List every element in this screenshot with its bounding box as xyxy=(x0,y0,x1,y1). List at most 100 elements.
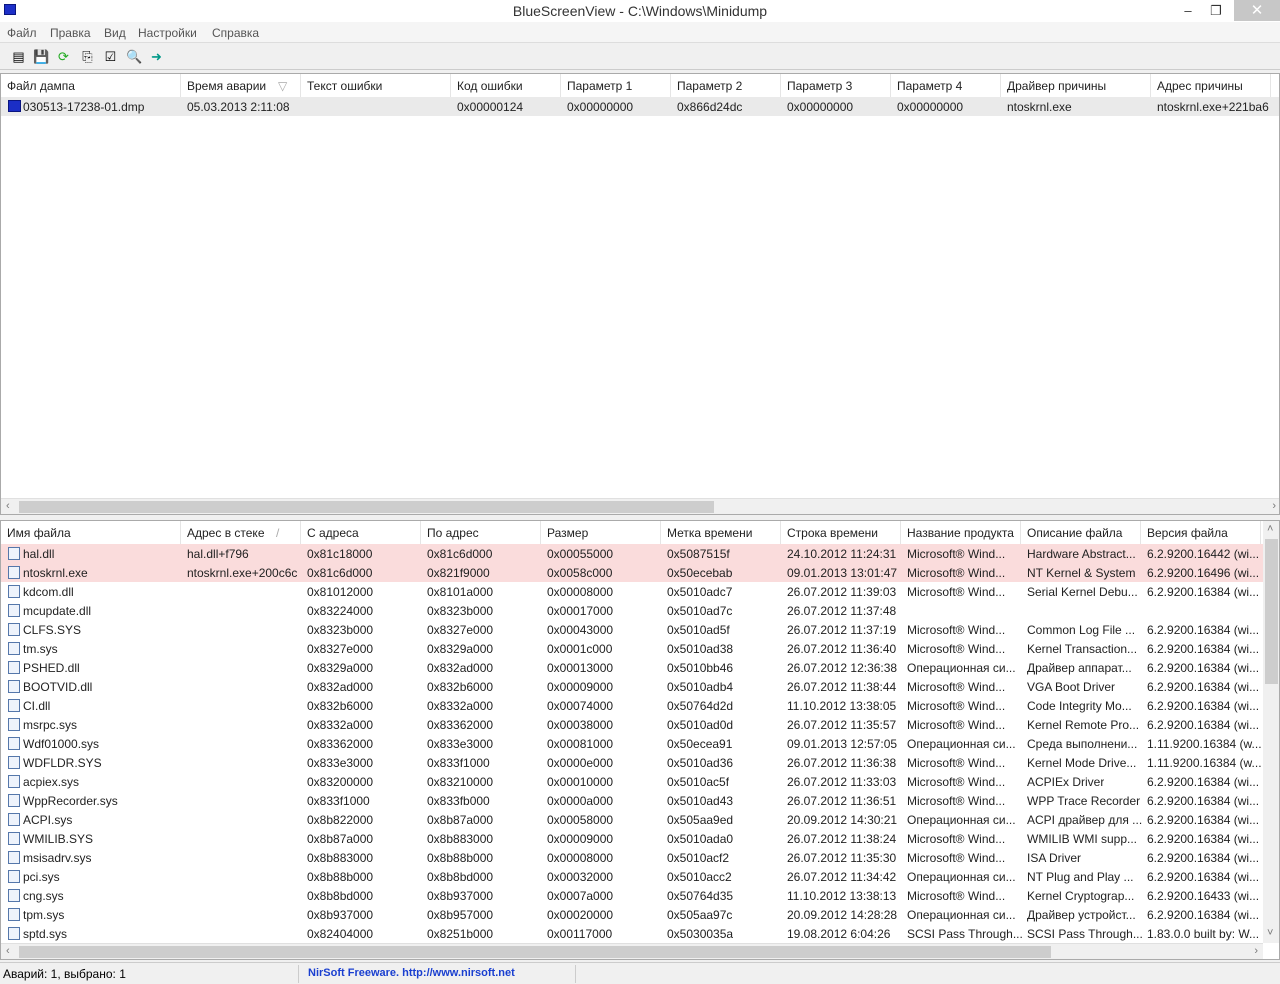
minimize-button[interactable]: ‒ xyxy=(1174,0,1202,21)
scroll-thumb[interactable] xyxy=(19,946,1051,958)
cell: pci.sys xyxy=(23,870,60,884)
driver-row[interactable]: msrpc.sys 0x8332a000 0x83362000 0x00038000 0… xyxy=(1,715,1263,734)
driver-row[interactable]: ACPI.sys 0x8b822000 0x8b87a000 0x00058000 0x… xyxy=(1,810,1263,829)
dump-row[interactable]: 030513-17238-01.dmp 05.03.2013 2:11:08 0… xyxy=(1,97,1279,116)
driver-row[interactable]: WppRecorder.sys 0x833f1000 0x833fb000 0x000… xyxy=(1,791,1263,810)
window-title: BlueScreenView - C:\Windows\Minidump xyxy=(512,3,768,19)
driver-row[interactable]: BOOTVID.dll 0x832ad000 0x832b6000 0x0000900… xyxy=(1,677,1263,696)
driver-row[interactable]: Wdf01000.sys 0x83362000 0x833e3000 0x000810… xyxy=(1,734,1263,753)
scroll-thumb[interactable] xyxy=(19,501,714,513)
options-icon[interactable]: ☑ xyxy=(102,48,119,65)
file-icon xyxy=(8,699,20,712)
driver-horizontal-scrollbar[interactable]: ‹ › xyxy=(1,943,1263,959)
exit-icon[interactable]: ➜ xyxy=(148,48,165,65)
driver-row[interactable]: WMILIB.SYS 0x8b87a000 0x8b883000 0x00009000… xyxy=(1,829,1263,848)
close-button[interactable]: ✕ xyxy=(1234,0,1280,21)
menu-help[interactable]: Справка xyxy=(212,26,259,40)
scroll-thumb[interactable] xyxy=(1265,539,1278,684)
cell: 24.10.2012 11:24:31 xyxy=(787,547,897,561)
driver-list-header: Имя файла Адрес в стеке С адреса По адрес Ра… xyxy=(1,521,1279,545)
file-icon xyxy=(8,889,20,902)
cell: 0x866d24dc xyxy=(677,100,743,114)
cell: 0x833f1000 xyxy=(427,756,490,770)
driver-row[interactable]: kdcom.dll 0x81012000 0x8101a000 0x00008000 0… xyxy=(1,582,1263,601)
cell: Microsoft® Wind... xyxy=(907,699,1006,713)
cell: msrpc.sys xyxy=(23,718,77,732)
cell: Microsoft® Wind... xyxy=(907,642,1006,656)
cell: Microsoft® Wind... xyxy=(907,585,1006,599)
cell: Kernel Mode Drive... xyxy=(1027,756,1137,770)
cell: 0x5010ac5f xyxy=(667,775,730,789)
cell: SCSI Pass Through... xyxy=(907,927,1023,941)
cell: WMILIB WMI supp... xyxy=(1027,832,1138,846)
menu-settings[interactable]: Настройки xyxy=(138,26,197,40)
driver-row[interactable]: sptd.sys 0x82404000 0x8251b000 0x00117000 0x… xyxy=(1,924,1263,943)
cell: 0x8b88b000 xyxy=(307,870,374,884)
cell: 0x5010ad5f xyxy=(667,623,730,637)
refresh-icon[interactable]: ⟳ xyxy=(55,48,72,65)
driver-row[interactable]: pci.sys 0x8b88b000 0x8b8bd000 0x00032000 0x5… xyxy=(1,867,1263,886)
maximize-button[interactable]: ❐ xyxy=(1202,0,1230,21)
nirsoft-link[interactable]: NirSoft Freeware. http://www.nirsoft.net xyxy=(308,967,515,979)
cell: 0x8b88b000 xyxy=(427,851,494,865)
cell: 0x5010bb46 xyxy=(667,661,734,675)
cell: 0x00117000 xyxy=(547,927,613,941)
driver-row[interactable]: WDFLDR.SYS 0x833e3000 0x833f1000 0x0000e000… xyxy=(1,753,1263,772)
cell: cng.sys xyxy=(23,889,64,903)
cell: 0x00043000 xyxy=(547,623,614,637)
driver-vertical-scrollbar[interactable]: ˄ ˅ xyxy=(1263,521,1279,943)
file-icon xyxy=(8,547,20,560)
status-bar: Аварий: 1, выбрано: 1 NirSoft Freeware. … xyxy=(0,962,1280,984)
driver-row[interactable]: hal.dll hal.dll+f796 0x81c18000 0x81c6d000 0… xyxy=(1,544,1263,563)
driver-row[interactable]: acpiex.sys 0x83200000 0x83210000 0x00010000… xyxy=(1,772,1263,791)
cell: 09.01.2013 13:01:47 xyxy=(787,566,898,580)
cell: kdcom.dll xyxy=(23,585,74,599)
driver-row[interactable]: ntoskrnl.exe ntoskrnl.exe+200c6c 0x81c6d00… xyxy=(1,563,1263,582)
driver-row[interactable]: mcupdate.dll 0x83224000 0x8323b000 0x000170… xyxy=(1,601,1263,620)
cell: 0x8b937000 xyxy=(307,908,374,922)
cell: 0x83224000 xyxy=(307,604,374,618)
cell: 0x832b6000 xyxy=(427,680,494,694)
find-icon[interactable]: 🔍 xyxy=(126,48,143,65)
save-icon[interactable]: 💾 xyxy=(33,48,50,65)
menu-file[interactable]: Файл xyxy=(7,26,37,40)
cell: 0x5010ad7c xyxy=(667,604,733,618)
cell: 0x00032000 xyxy=(547,870,614,884)
cell: 0x5030035a xyxy=(667,927,734,941)
properties-icon[interactable]: ▤ xyxy=(10,48,27,65)
driver-row[interactable]: cng.sys 0x8b8bd000 0x8b937000 0x0007a000 0x5… xyxy=(1,886,1263,905)
driver-row[interactable]: CI.dll 0x832b6000 0x8332a000 0x00074000 0x50… xyxy=(1,696,1263,715)
cell: 0x5010ada0 xyxy=(667,832,734,846)
cell: 0x00017000 xyxy=(547,604,614,618)
cell: ntoskrnl.exe xyxy=(23,566,88,580)
cell: 26.07.2012 11:33:03 xyxy=(787,775,897,789)
driver-row[interactable]: tm.sys 0x8327e000 0x8329a000 0x0001c000 0x50… xyxy=(1,639,1263,658)
menu-view[interactable]: Вид xyxy=(104,26,126,40)
cell: Microsoft® Wind... xyxy=(907,623,1006,637)
cell: 0x8327e000 xyxy=(427,623,494,637)
cell: 0x832ad000 xyxy=(307,680,374,694)
cell: 0x00009000 xyxy=(547,680,614,694)
cell: 0x00081000 xyxy=(547,737,614,751)
copy-icon[interactable]: ⎘ xyxy=(79,48,96,65)
driver-row[interactable]: tpm.sys 0x8b937000 0x8b957000 0x00020000 0x5… xyxy=(1,905,1263,924)
cell: 0x0007a000 xyxy=(547,889,614,903)
cell: 0x81c6d000 xyxy=(307,566,373,580)
driver-row[interactable]: msisadrv.sys 0x8b883000 0x8b88b000 0x000080… xyxy=(1,848,1263,867)
cell: Code Integrity Mo... xyxy=(1027,699,1132,713)
cell: 0x8332a000 xyxy=(307,718,374,732)
file-icon xyxy=(8,908,20,921)
dump-file-icon xyxy=(8,100,21,112)
cell: 19.08.2012 6:04:26 xyxy=(787,927,891,941)
driver-row[interactable]: CLFS.SYS 0x8323b000 0x8327e000 0x00043000 0x… xyxy=(1,620,1263,639)
cell: 0x8b822000 xyxy=(307,813,374,827)
dump-horizontal-scrollbar[interactable]: ‹ › xyxy=(1,498,1279,514)
file-icon xyxy=(8,566,20,579)
cell: Операционная си... xyxy=(907,813,1016,827)
cell: 20.09.2012 14:30:21 xyxy=(787,813,898,827)
cell: 0x833f1000 xyxy=(307,794,370,808)
driver-row[interactable]: PSHED.dll 0x8329a000 0x832ad000 0x00013000 0… xyxy=(1,658,1263,677)
cell: 0x5010ad0d xyxy=(667,718,734,732)
menu-edit[interactable]: Правка xyxy=(50,26,91,40)
cell: Microsoft® Wind... xyxy=(907,718,1006,732)
